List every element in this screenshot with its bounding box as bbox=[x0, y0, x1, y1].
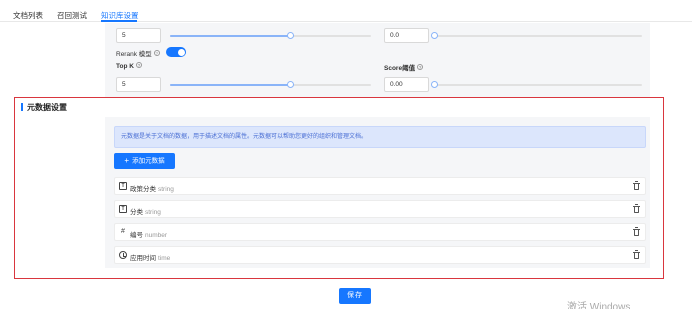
delete-icon[interactable] bbox=[632, 181, 640, 190]
score-threshold-input[interactable]: 0.00 bbox=[384, 77, 429, 92]
text-type-icon: T bbox=[119, 182, 127, 190]
top-k-input[interactable]: 5 bbox=[116, 77, 161, 92]
knowledge-base-settings-page: 文档列表 召回测试 知识库设置 5 0.0 Rerank 模型? Top K? … bbox=[0, 0, 692, 309]
number-type-icon: # bbox=[121, 228, 125, 235]
time-type-icon bbox=[119, 251, 127, 259]
tab-recall-test[interactable]: 召回测试 bbox=[57, 10, 87, 21]
metadata-row[interactable]: 应用时间 time bbox=[114, 246, 646, 264]
metadata-row[interactable]: T 分类 string bbox=[114, 200, 646, 218]
metadata-type: time bbox=[158, 255, 171, 262]
metadata-name-text: 编号 bbox=[130, 232, 143, 239]
metadata-section-title: 元数据设置 bbox=[27, 103, 67, 112]
metadata-type: string bbox=[158, 186, 174, 193]
metadata-name: 政策分类 string bbox=[130, 183, 174, 193]
add-metadata-label: 添加元数据 bbox=[132, 157, 165, 165]
score-slider-rail bbox=[434, 84, 642, 86]
top-value-input-right[interactable]: 0.0 bbox=[384, 28, 429, 43]
rerank-model-label-text: Rerank 模型 bbox=[116, 51, 152, 58]
tab-bar: 文档列表 召回测试 知识库设置 bbox=[0, 0, 692, 22]
add-metadata-button[interactable]: + 添加元数据 bbox=[114, 153, 175, 169]
plus-icon: + bbox=[124, 156, 130, 165]
metadata-type: string bbox=[145, 209, 161, 216]
rerank-model-label: Rerank 模型? bbox=[116, 48, 160, 58]
delete-icon[interactable] bbox=[632, 204, 640, 213]
help-icon[interactable]: ? bbox=[153, 50, 160, 56]
switch-knob bbox=[177, 48, 185, 56]
score-threshold-label: Score阈值? bbox=[384, 62, 424, 72]
delete-icon[interactable] bbox=[632, 227, 640, 236]
top-k-slider-track bbox=[170, 84, 291, 86]
metadata-row[interactable]: # 编号 number bbox=[114, 223, 646, 241]
help-icon[interactable]: ? bbox=[135, 62, 142, 68]
metadata-type: number bbox=[145, 232, 168, 239]
rerank-model-switch[interactable] bbox=[166, 47, 186, 57]
tab-document-list[interactable]: 文档列表 bbox=[13, 10, 43, 21]
save-button[interactable]: 保存 bbox=[339, 288, 371, 304]
slider-track-left-1 bbox=[170, 35, 291, 37]
metadata-row[interactable]: T 政策分类 string bbox=[114, 177, 646, 195]
metadata-name: 分类 string bbox=[130, 206, 161, 216]
delete-icon[interactable] bbox=[632, 250, 640, 259]
slider-rail-right-1 bbox=[434, 35, 642, 37]
top-k-label: Top K? bbox=[116, 62, 142, 70]
metadata-name-text: 分类 bbox=[130, 209, 143, 216]
active-tab-indicator bbox=[101, 20, 137, 22]
metadata-name: 编号 number bbox=[130, 229, 167, 239]
text-type-icon: T bbox=[119, 205, 127, 213]
help-icon[interactable]: ? bbox=[417, 64, 424, 70]
top-value-input-left[interactable]: 5 bbox=[116, 28, 161, 43]
score-slider-handle[interactable] bbox=[430, 81, 438, 88]
metadata-description-alert: 元数据是关于文档的数据，用于描述文档的属性。元数据可以帮助您更好的组织和管理文档… bbox=[114, 126, 646, 148]
top-k-label-text: Top K bbox=[116, 63, 134, 70]
slider-handle-right-1[interactable] bbox=[430, 32, 438, 39]
metadata-name-text: 政策分类 bbox=[130, 186, 156, 193]
metadata-name-text: 应用时间 bbox=[130, 255, 156, 262]
score-threshold-label-text: Score阈值 bbox=[384, 65, 416, 72]
metadata-name: 应用时间 time bbox=[130, 252, 170, 262]
section-title-accent bbox=[21, 103, 23, 111]
windows-activation-watermark: 激活 Windows bbox=[567, 302, 631, 309]
